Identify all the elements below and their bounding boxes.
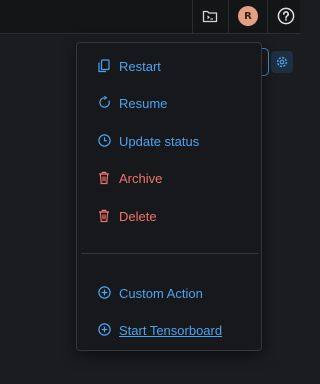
trash-icon bbox=[97, 209, 111, 223]
menu-item-label: Update status bbox=[119, 133, 200, 149]
trash-icon bbox=[97, 171, 111, 185]
menu-item-label: Custom Action bbox=[119, 285, 203, 301]
menu-item-start-tensorboard[interactable]: Start Tensorboard bbox=[97, 319, 222, 341]
menu-item-delete[interactable]: Delete bbox=[97, 205, 157, 227]
plus-circle-icon bbox=[97, 286, 111, 300]
help-circle-icon[interactable] bbox=[276, 6, 296, 26]
topbar-divider bbox=[267, 0, 268, 33]
refresh-icon bbox=[97, 96, 111, 110]
menu-divider bbox=[81, 253, 259, 254]
menu-item-archive[interactable]: Archive bbox=[97, 167, 162, 189]
menu-item-label: Delete bbox=[119, 208, 157, 224]
top-bar: R bbox=[0, 0, 300, 34]
topbar-divider bbox=[228, 0, 229, 33]
clock-icon bbox=[97, 134, 111, 148]
menu-item-label: Restart bbox=[119, 58, 161, 74]
avatar-initial: R bbox=[244, 10, 252, 22]
avatar[interactable]: R bbox=[238, 6, 258, 26]
copy-icon bbox=[97, 58, 111, 73]
menu-item-custom-action[interactable]: Custom Action bbox=[97, 282, 203, 304]
actions-menu: Restart Resume Update status Archive Del… bbox=[76, 42, 262, 351]
plus-circle-icon bbox=[97, 323, 111, 337]
gear-icon[interactable] bbox=[271, 51, 293, 73]
menu-item-label: Start Tensorboard bbox=[119, 322, 223, 338]
folder-terminal-icon[interactable] bbox=[201, 7, 219, 25]
menu-item-resume[interactable]: Resume bbox=[97, 92, 167, 114]
app-root: R Restart Resume Update status Archive D… bbox=[0, 0, 300, 384]
menu-item-label: Resume bbox=[119, 95, 168, 111]
topbar-divider bbox=[192, 0, 193, 33]
menu-item-restart[interactable]: Restart bbox=[97, 55, 161, 77]
menu-item-update-status[interactable]: Update status bbox=[97, 130, 199, 152]
menu-item-label: Archive bbox=[119, 170, 163, 186]
